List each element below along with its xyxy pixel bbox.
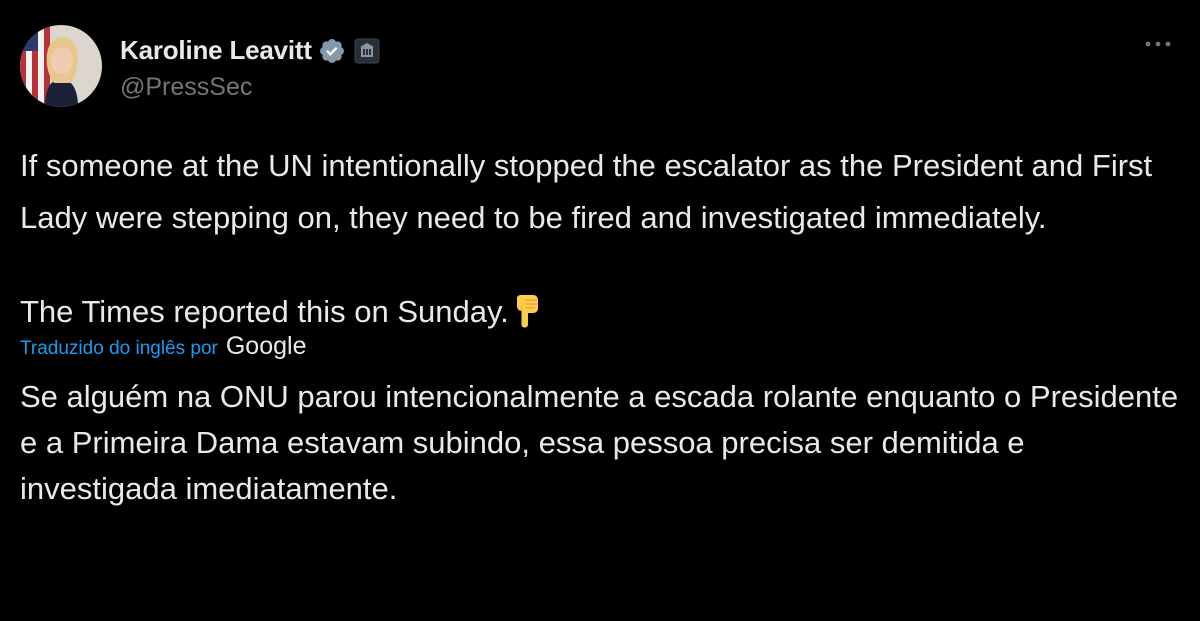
author-names: Karoline Leavitt @PressSec [120, 31, 380, 102]
government-badge-icon[interactable] [354, 38, 380, 64]
tweet-body: If someone at the UN intentionally stopp… [20, 140, 1180, 338]
name-row: Karoline Leavitt [120, 31, 380, 71]
tweet-paragraph-1: If someone at the UN intentionally stopp… [20, 148, 1153, 235]
tweet-header: Karoline Leavitt @PressSec [20, 24, 1180, 108]
author-display-name[interactable]: Karoline Leavitt [120, 35, 312, 66]
author-handle[interactable]: @PressSec [120, 73, 380, 102]
translated-by-link[interactable]: Traduzido do inglês por [20, 338, 218, 360]
avatar-image [20, 25, 102, 107]
verified-badge-icon[interactable] [318, 37, 346, 65]
more-options-icon[interactable] [1140, 32, 1176, 56]
tweet-paragraph-2-wrapper: The Times reported this on Sunday. [20, 286, 1180, 338]
translation-attribution: Traduzido do inglês por Google [20, 332, 1180, 368]
translated-text: Se alguém na ONU parou intencionalmente … [20, 379, 1179, 506]
pointing-down-emoji-icon [511, 292, 541, 328]
avatar[interactable] [20, 25, 102, 107]
tweet-paragraph-2: The Times reported this on Sunday. [20, 294, 509, 329]
google-logo: Google [225, 332, 307, 360]
tweet-card: Karoline Leavitt @PressSec If someone at… [0, 0, 1200, 621]
